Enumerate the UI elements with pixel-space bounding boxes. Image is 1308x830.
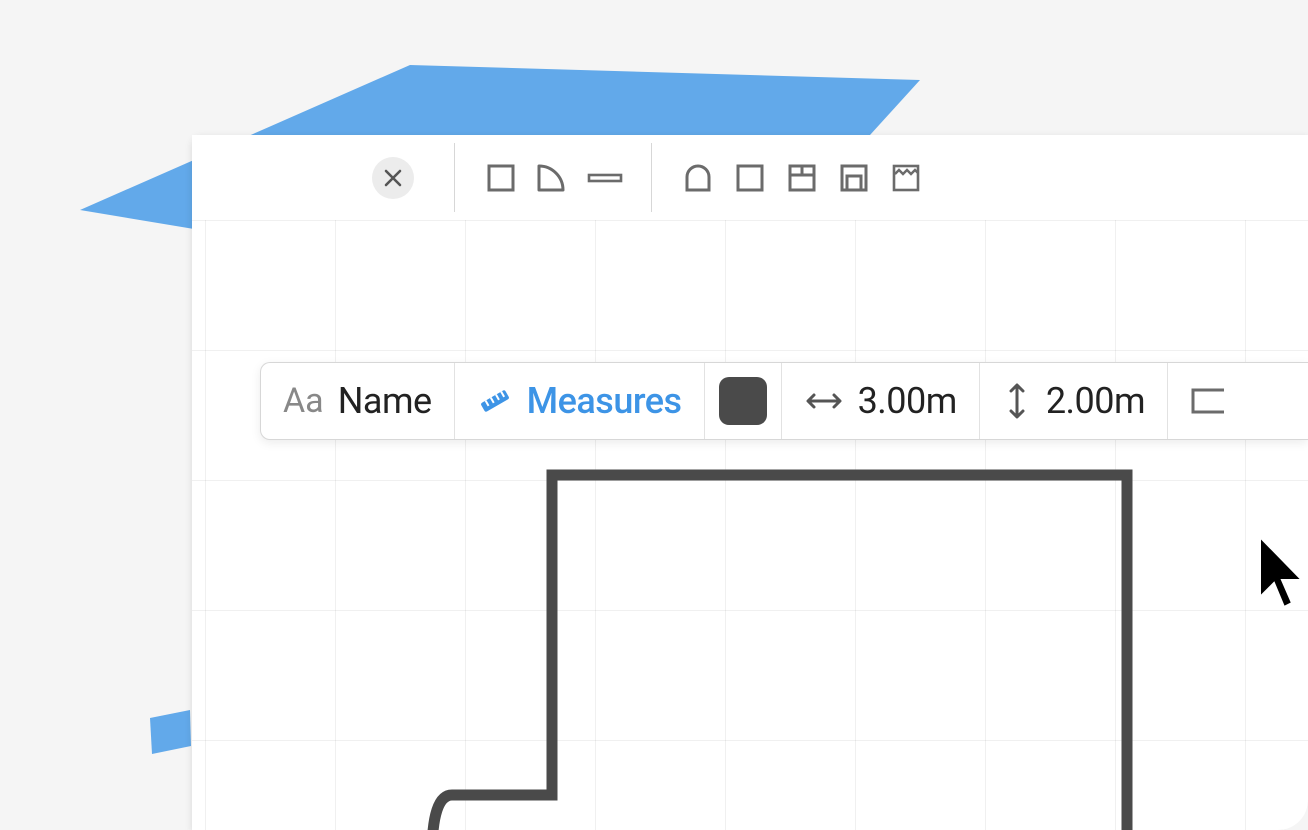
arc-tool[interactable] <box>527 152 579 204</box>
color-picker[interactable] <box>705 363 782 439</box>
zigzag-icon <box>891 163 921 193</box>
rectangle-icon <box>486 163 516 193</box>
top-toolbar <box>192 135 1308 220</box>
color-swatch <box>719 377 767 425</box>
measures-button[interactable]: Measures <box>455 363 705 439</box>
arch-tool[interactable] <box>672 152 724 204</box>
rectangle-icon <box>1190 386 1224 416</box>
close-icon <box>383 168 403 188</box>
width-icon <box>804 386 844 416</box>
toolbar-divider <box>651 143 652 212</box>
rectangle-tool[interactable] <box>475 152 527 204</box>
arc-icon <box>536 163 570 193</box>
arch-icon <box>683 163 713 193</box>
text-format-icon: Aa <box>283 381 324 421</box>
ruler-icon <box>477 383 513 419</box>
name-field[interactable]: Aa Name <box>261 363 455 439</box>
panel-tool[interactable] <box>776 152 828 204</box>
inset-tool[interactable] <box>828 152 880 204</box>
canvas-grid <box>192 220 1308 830</box>
canvas[interactable] <box>192 135 1308 830</box>
width-field[interactable]: 3.00m <box>782 363 980 439</box>
toolbar-divider <box>454 143 455 212</box>
extra-shape-button[interactable] <box>1168 363 1264 439</box>
panel-icon <box>787 163 817 193</box>
measures-label: Measures <box>527 380 682 422</box>
close-button[interactable] <box>372 157 414 199</box>
square-icon <box>735 163 765 193</box>
line-icon <box>587 163 623 193</box>
height-icon <box>1002 381 1032 421</box>
height-field[interactable]: 2.00m <box>980 363 1168 439</box>
property-bar: Aa Name Measures <box>260 362 1308 440</box>
height-value: 2.00m <box>1046 380 1145 422</box>
zigzag-tool[interactable] <box>880 152 932 204</box>
square-tool[interactable] <box>724 152 776 204</box>
width-value: 3.00m <box>858 380 957 422</box>
stage: Aa Name Measures <box>0 0 1308 830</box>
inset-icon <box>839 163 869 193</box>
line-tool[interactable] <box>579 152 631 204</box>
name-label: Name <box>338 380 432 422</box>
